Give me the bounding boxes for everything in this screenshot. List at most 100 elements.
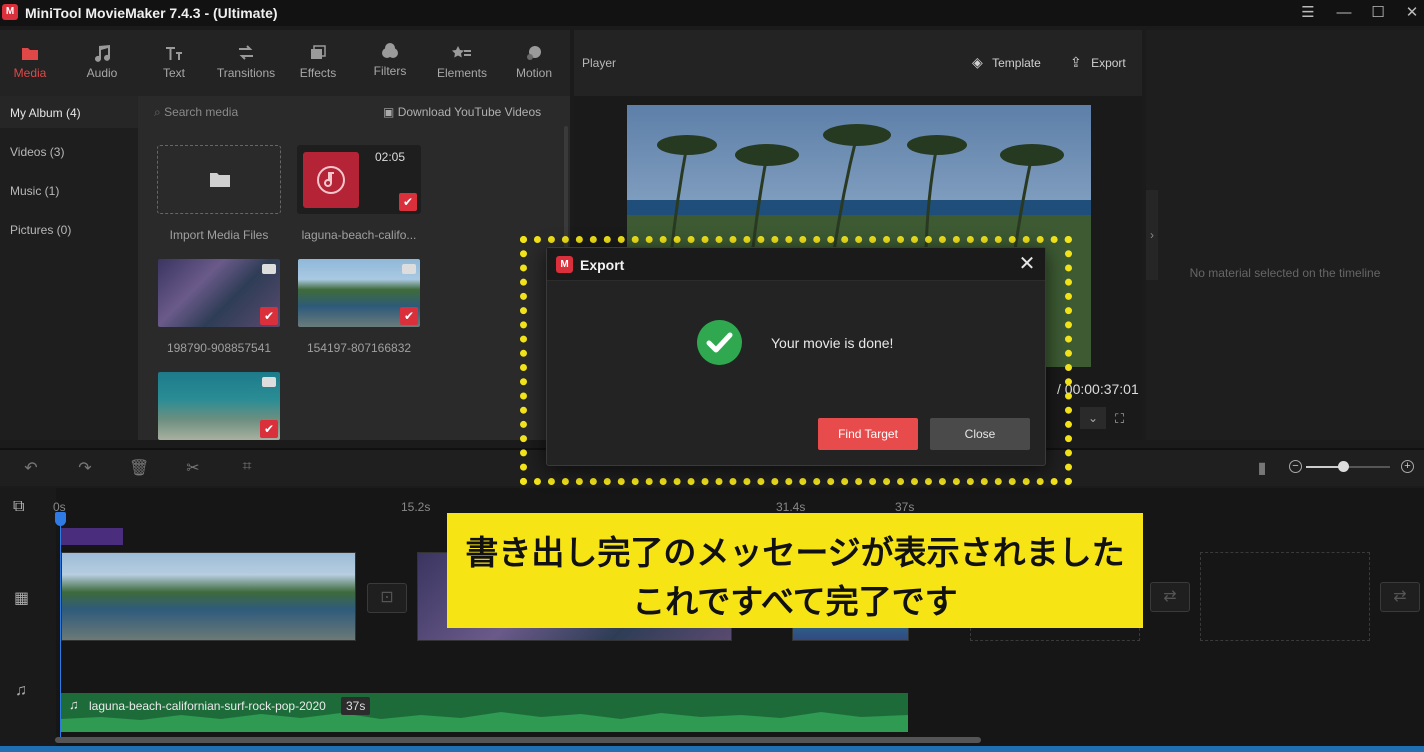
fit-timeline-icon[interactable]: ▮ [1252,458,1272,477]
motion-icon [527,46,541,60]
split-icon[interactable]: ✂ [183,458,203,477]
caption-banner: 書き出し完了のメッセージが表示されました これですべて完了です [447,513,1143,628]
playhead[interactable] [55,512,66,526]
zoom-slider-handle[interactable] [1338,461,1349,472]
tab-label: Transitions [216,66,276,80]
tab-filters[interactable]: Filters [355,30,425,96]
media-sidebar: My Album (4) Videos (3) Music (1) Pictur… [0,96,138,440]
delete-icon[interactable]: 🗑 [129,458,149,477]
transition-slot[interactable]: ⊡ [367,583,407,613]
redo-icon[interactable]: ↷ [75,458,95,477]
close-button[interactable]: Close [930,418,1030,450]
text-clip[interactable] [61,528,123,545]
caption-line-2: これですべて完了です [632,582,958,621]
media-duration: 02:05 [375,150,406,164]
tab-audio[interactable]: Audio [67,30,137,96]
video-camera-icon [402,264,416,274]
timeline-scrollbar[interactable] [55,737,981,743]
empty-track-slot[interactable] [1200,552,1370,641]
ruler-label: 31.4s [776,500,806,514]
chevron-down-icon[interactable]: ⌄ [1080,407,1106,429]
export-button[interactable]: ⇪ Export [1070,54,1126,71]
video-clip[interactable] [61,552,356,641]
media-item-video[interactable]: ✔ [298,259,420,327]
export-dialog: M Export ✕ Your movie is done! Find Targ… [546,247,1046,466]
tab-effects[interactable]: Effects [283,30,353,96]
template-button[interactable]: ◈ Template [972,54,1041,71]
media-item-label: 198790-908857541 [166,341,272,355]
app-logo-icon: M [2,4,18,20]
window-title: MiniTool MovieMaker 7.4.3 - (Ultimate) [25,5,278,21]
dialog-message: Your movie is done! [771,335,894,351]
find-target-button[interactable]: Find Target [818,418,918,450]
sidebar-item-pictures[interactable]: Pictures (0) [10,223,71,237]
player-header: Player ◈ Template ⇪ Export [574,30,1142,96]
zoom-out-icon[interactable]: − [1289,460,1302,473]
zoom-in-icon[interactable]: + [1401,460,1414,473]
properties-panel: › No material selected on the timeline [1146,30,1424,440]
tab-elements[interactable]: Elements [427,30,497,96]
tab-label: Media [13,66,47,80]
sidebar-item-my-album[interactable]: My Album (4) [10,106,81,120]
fullscreen-icon[interactable]: ⛶ [1115,411,1124,427]
transition-slot[interactable]: ⇄ [1150,582,1190,612]
ruler-label: 37s [895,500,915,514]
effects-icon [311,45,326,59]
sidebar-item-music[interactable]: Music (1) [10,184,59,198]
playhead-line [60,512,61,738]
minimize-icon[interactable]: — [1332,3,1356,23]
check-icon: ✔ [260,420,278,438]
sidebar-item-videos[interactable]: Videos (3) [10,145,64,159]
import-media-button[interactable] [157,145,281,214]
menu-icon[interactable]: ☰ [1296,3,1320,23]
layers-icon: ◈ [972,54,983,70]
template-label: Template [992,56,1041,70]
tab-label: Text [162,66,185,80]
export-label: Export [1091,56,1126,70]
audio-clip-duration: 37s [341,697,371,715]
tab-text[interactable]: Text [139,30,209,96]
tab-label: Effects [299,66,337,80]
tab-label: Filters [373,64,407,78]
close-icon[interactable]: ✕ [1017,254,1037,274]
add-track-icon[interactable]: ⧉ [13,498,31,516]
undo-icon[interactable]: ↶ [21,458,41,477]
audio-track-icon: ♫ [15,682,27,699]
download-youtube-label: Download YouTube Videos [397,105,542,119]
no-selection-message: No material selected on the timeline [1189,266,1381,280]
export-icon: ⇪ [1070,54,1082,70]
media-item-music[interactable]: 02:05 ✔ [297,145,421,214]
download-youtube-button[interactable]: ▣ Download YouTube Videos [383,105,541,119]
status-strip [0,746,1424,752]
track-headers [0,488,56,748]
tab-label: Motion [515,66,553,80]
import-media-label: Import Media Files [169,228,269,242]
main-toolbar: Media Audio Text Transitions Effects Fil… [0,30,570,96]
tab-transitions[interactable]: Transitions [211,30,281,96]
search-icon: ⌕ [154,105,161,119]
dialog-title: Export [580,257,625,273]
filters-icon [382,43,398,58]
tab-media[interactable]: Media [0,30,65,96]
search-input[interactable]: ⌕ Search media [154,105,238,120]
media-folder-icon [22,48,38,60]
close-icon[interactable]: ✕ [1400,3,1424,23]
video-camera-icon [262,264,276,274]
success-check-icon [697,320,742,365]
caption-line-1: 書き出し完了のメッセージが表示されました [465,533,1125,572]
maximize-icon[interactable]: ☐ [1366,3,1390,23]
media-item-video[interactable]: ✔ [158,372,280,440]
transition-slot[interactable]: ⇄ [1380,582,1420,612]
crop-icon[interactable]: ⌗ [237,458,257,476]
text-icon [166,47,182,60]
app-logo-icon: M [556,256,573,273]
video-track-icon: ▦ [14,590,30,607]
transition-arrows-icon [239,45,253,60]
search-placeholder: Search media [164,105,239,119]
ruler-label: 15.2s [401,500,431,514]
check-icon: ✔ [260,307,278,325]
media-item-video[interactable]: ✔ [158,259,280,327]
music-disc-icon [317,166,345,194]
tab-motion[interactable]: Motion [499,30,569,96]
check-icon: ✔ [400,307,418,325]
